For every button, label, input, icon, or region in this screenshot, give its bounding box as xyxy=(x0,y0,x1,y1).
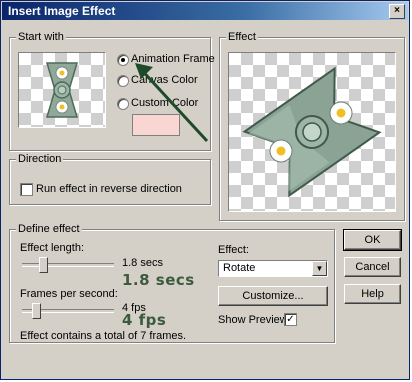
start-frame-thumbnail xyxy=(18,52,106,128)
effect-type-label: Effect: xyxy=(218,244,249,256)
customize-button[interactable]: Customize... xyxy=(218,286,328,306)
reverse-direction-label: Run effect in reverse direction xyxy=(36,183,182,195)
frame-count-summary: Effect contains a total of 7 frames. xyxy=(20,330,187,342)
fps-slider[interactable] xyxy=(22,302,114,320)
cancel-button[interactable]: Cancel xyxy=(344,257,401,277)
show-preview-label: Show Preview xyxy=(218,314,288,326)
effect-length-thumb[interactable] xyxy=(39,257,48,273)
cancel-button-label: Cancel xyxy=(355,261,390,273)
direction-legend: Direction xyxy=(16,153,64,165)
effect-length-annotation: 1.8 secs xyxy=(122,271,195,289)
fps-thumb[interactable] xyxy=(32,303,41,319)
bow-image-rotated xyxy=(242,66,382,198)
effect-preview-legend: Effect xyxy=(226,31,258,43)
close-button[interactable]: × xyxy=(389,4,405,19)
effect-length-label: Effect length: xyxy=(20,242,85,254)
bow-image-small xyxy=(45,62,79,118)
effect-type-value: Rotate xyxy=(223,262,256,274)
ok-button[interactable]: OK xyxy=(343,229,402,251)
help-button-label: Help xyxy=(361,288,384,300)
define-effect-group: Define effect Effect length: 1.8 secs 1.… xyxy=(9,223,335,343)
title-bar: Insert Image Effect × xyxy=(2,2,408,20)
customize-button-label: Customize... xyxy=(242,290,304,302)
ok-button-label: OK xyxy=(364,234,381,246)
start-with-legend: Start with xyxy=(16,31,66,43)
chevron-down-icon[interactable]: ▼ xyxy=(312,261,327,276)
effect-length-slider[interactable] xyxy=(22,256,114,274)
fps-annotation: 4 fps xyxy=(122,311,167,329)
effect-type-dropdown[interactable]: Rotate ▼ xyxy=(218,260,328,277)
reverse-direction-checkbox[interactable] xyxy=(20,183,33,196)
show-preview-checkbox[interactable]: ✓ xyxy=(284,313,297,326)
effect-length-value: 1.8 secs xyxy=(122,257,163,269)
effect-preview-canvas xyxy=(228,52,396,212)
fps-label: Frames per second: xyxy=(20,288,118,300)
insert-image-effect-dialog: Insert Image Effect × Start with Animati… xyxy=(0,0,410,380)
window-title: Insert Image Effect xyxy=(8,4,116,18)
close-icon: × xyxy=(394,5,400,16)
help-button[interactable]: Help xyxy=(344,284,401,304)
effect-preview-group: Effect xyxy=(219,31,405,221)
direction-group: Direction Run effect in reverse directio… xyxy=(9,153,211,205)
annotation-arrow xyxy=(135,63,209,143)
checkmark-icon: ✓ xyxy=(286,314,295,325)
define-effect-legend: Define effect xyxy=(16,223,82,235)
